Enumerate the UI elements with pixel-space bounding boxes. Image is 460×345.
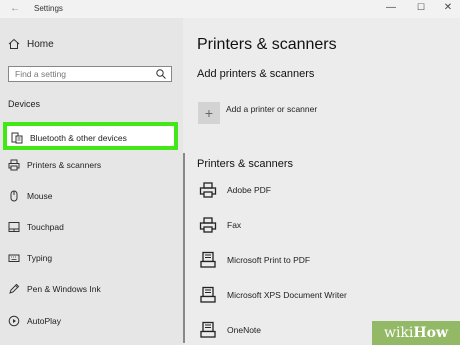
list-item-device[interactable]: Adobe PDF — [198, 180, 271, 200]
title-bar: ← Settings — ☐ ✕ — [0, 0, 460, 18]
close-button[interactable]: ✕ — [441, 2, 455, 13]
scrollbar[interactable] — [183, 153, 185, 343]
sidebar-item-autoplay[interactable]: AutoPlay — [8, 315, 61, 327]
add-section-heading: Add printers & scanners — [197, 68, 315, 80]
bluetooth-devices-icon — [11, 132, 23, 144]
keyboard-icon — [8, 254, 20, 262]
pen-icon — [9, 283, 20, 294]
sidebar-item-bluetooth[interactable]: Bluetooth & other devices — [11, 132, 127, 144]
add-printer-button[interactable]: + — [198, 102, 220, 124]
list-item-device[interactable]: Microsoft Print to PDF — [198, 250, 310, 270]
document-printer-icon — [200, 321, 216, 338]
sidebar-item-label: Mouse — [27, 191, 53, 201]
printer-icon — [199, 182, 217, 198]
sidebar-item-home[interactable]: Home — [8, 38, 54, 50]
autoplay-icon — [8, 315, 20, 327]
device-label: Microsoft Print to PDF — [227, 255, 311, 265]
sidebar-item-label: Typing — [27, 253, 53, 263]
add-printer-label[interactable]: Add a printer or scanner — [226, 104, 317, 114]
plus-icon: + — [204, 105, 214, 121]
list-item-device[interactable]: OneNote — [198, 320, 261, 340]
printer-icon — [8, 159, 20, 171]
search-placeholder: Find a setting — [15, 69, 67, 79]
printers-list-heading: Printers & scanners — [197, 158, 293, 170]
sidebar-item-typing[interactable]: Typing — [8, 252, 52, 264]
watermark-prefix: wiki — [383, 325, 414, 341]
home-label: Home — [27, 38, 54, 50]
printer-icon — [199, 217, 217, 233]
device-label: Fax — [227, 220, 242, 230]
mouse-icon — [10, 190, 18, 202]
list-item-device[interactable]: Fax — [198, 215, 241, 235]
sidebar-item-touchpad[interactable]: Touchpad — [8, 221, 64, 233]
main-panel: Printers & scanners Add printers & scann… — [183, 18, 460, 345]
document-printer-icon — [200, 251, 216, 268]
sidebar-item-pen[interactable]: Pen & Windows Ink — [8, 283, 101, 295]
device-label: Adobe PDF — [227, 185, 271, 195]
device-label: Microsoft XPS Document Writer — [227, 290, 347, 300]
list-item-device[interactable]: Microsoft XPS Document Writer — [198, 285, 347, 305]
sidebar-item-printers[interactable]: Printers & scanners — [8, 159, 101, 171]
sidebar-item-label: Pen & Windows Ink — [27, 284, 101, 294]
search-icon[interactable] — [155, 68, 167, 80]
device-label: OneNote — [227, 325, 262, 335]
window-title: Settings — [34, 4, 63, 13]
sidebar-item-label: AutoPlay — [27, 316, 62, 326]
page-title: Printers & scanners — [197, 36, 337, 53]
sidebar-item-label: Touchpad — [27, 222, 64, 232]
search-input[interactable]: Find a setting — [8, 66, 172, 82]
home-icon — [8, 38, 20, 49]
highlight-box: Bluetooth & other devices — [3, 122, 178, 150]
section-heading-devices: Devices — [8, 99, 41, 109]
maximize-button[interactable]: ☐ — [414, 2, 428, 13]
minimize-button[interactable]: — — [384, 2, 398, 13]
watermark-suffix: How — [413, 325, 449, 341]
touchpad-icon — [8, 222, 20, 232]
back-arrow-icon[interactable]: ← — [10, 3, 20, 14]
sidebar-item-label: Bluetooth & other devices — [30, 133, 127, 143]
sidebar-item-mouse[interactable]: Mouse — [8, 190, 53, 202]
sidebar-item-label: Printers & scanners — [27, 160, 102, 170]
sidebar: Home Find a setting Devices Bluetooth & … — [0, 18, 183, 345]
document-printer-icon — [200, 286, 216, 303]
wikihow-watermark: wikiHow — [372, 321, 460, 345]
